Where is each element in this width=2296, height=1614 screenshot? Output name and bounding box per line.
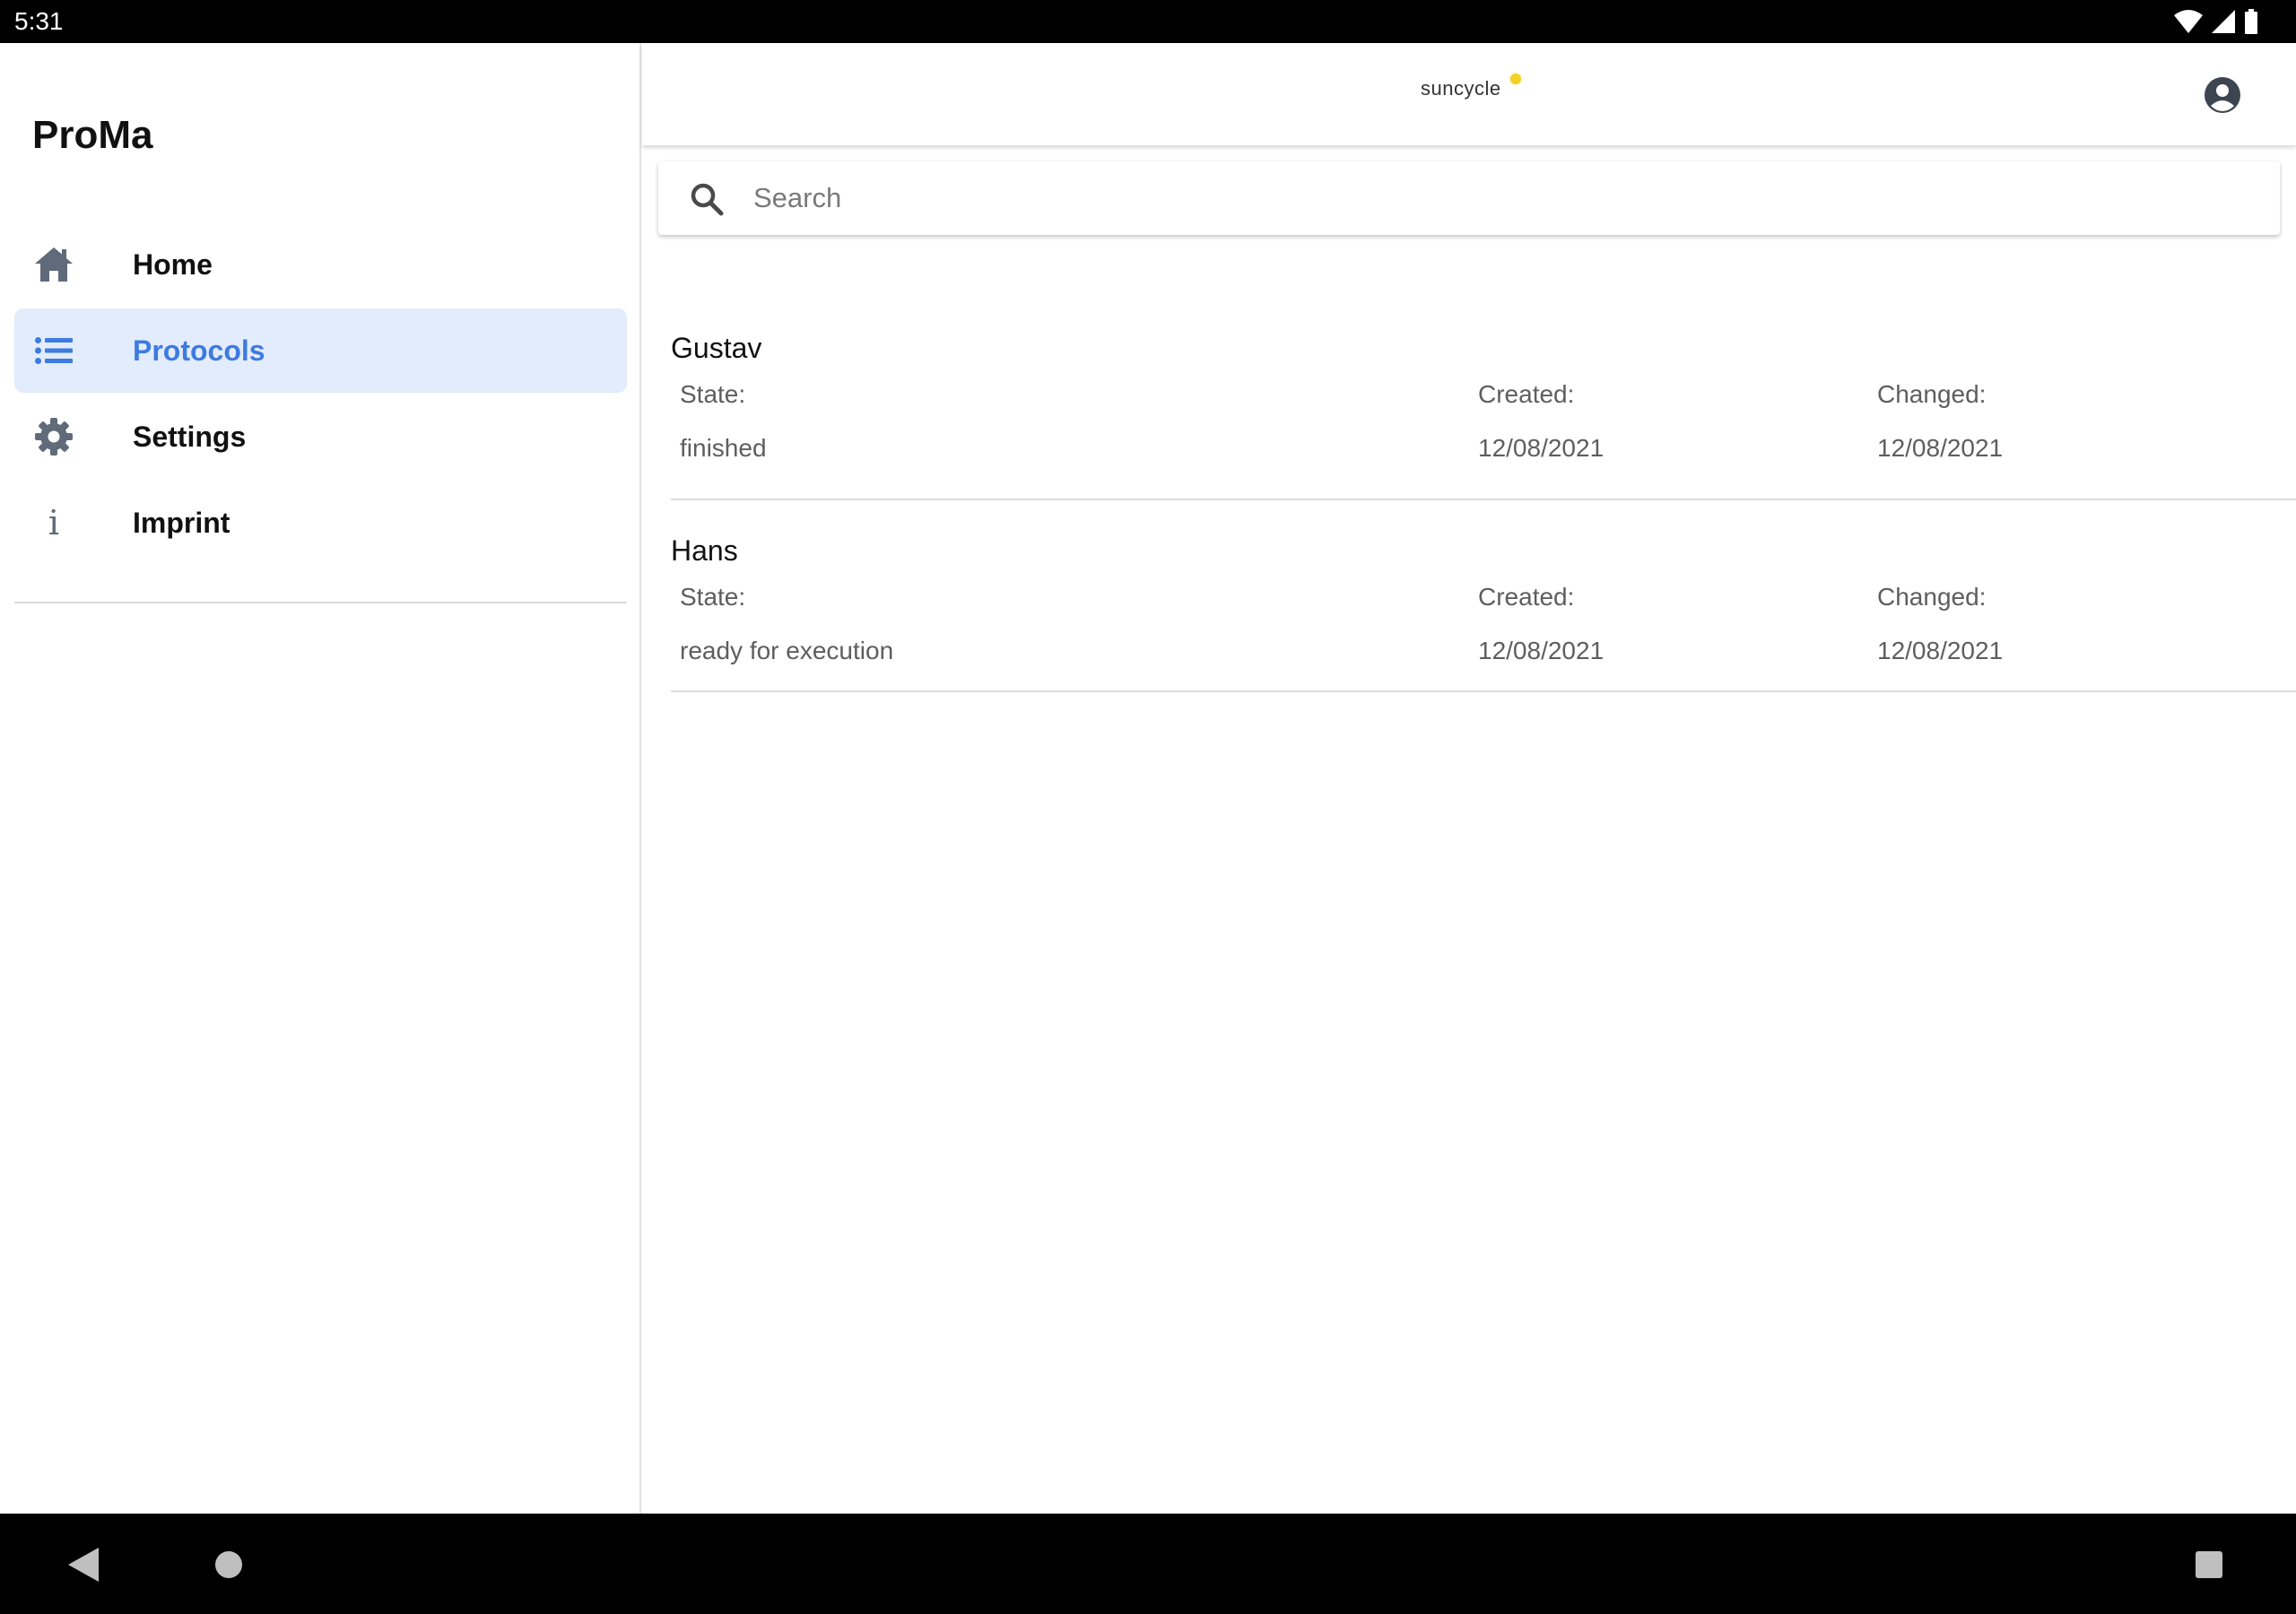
nav-item-label: Home bbox=[133, 248, 213, 281]
status-bar: 5:31 bbox=[0, 0, 2296, 43]
protocol-item[interactable]: Gustav State: Created: Changed: finished… bbox=[671, 282, 2296, 500]
search-input[interactable] bbox=[753, 174, 2242, 222]
nav-item-label: Imprint bbox=[133, 507, 230, 539]
protocol-name: Gustav bbox=[671, 332, 762, 364]
state-value: finished bbox=[680, 434, 767, 462]
gear-icon bbox=[32, 415, 75, 458]
app-bar: suncycle bbox=[642, 43, 2296, 145]
state-label: State: bbox=[680, 380, 746, 408]
wifi-icon bbox=[2174, 10, 2203, 33]
search-icon bbox=[691, 183, 724, 216]
account-button[interactable] bbox=[2203, 75, 2242, 115]
nav-item-protocols[interactable]: Protocols bbox=[14, 308, 627, 393]
nav-item-label: Protocols bbox=[133, 334, 265, 367]
nav-item-home[interactable]: Home bbox=[14, 222, 627, 307]
protocol-name: Hans bbox=[671, 534, 738, 567]
changed-label: Changed: bbox=[1877, 380, 1987, 408]
navigation-drawer: ProMa Home Protocols Settings i Imprint bbox=[0, 43, 641, 1514]
created-label: Created: bbox=[1478, 380, 1575, 408]
app-title: ProMa bbox=[32, 113, 153, 157]
created-value: 12/08/2021 bbox=[1478, 434, 1605, 462]
recents-icon[interactable] bbox=[2196, 1551, 2222, 1578]
sun-icon bbox=[1510, 74, 1521, 84]
search-bar bbox=[658, 161, 2280, 235]
home-icon bbox=[32, 243, 75, 286]
system-navigation-bar bbox=[0, 1514, 2296, 1614]
protocol-list: Gustav State: Created: Changed: finished… bbox=[671, 282, 2296, 692]
state-label: State: bbox=[680, 583, 746, 611]
changed-label: Changed: bbox=[1877, 583, 1987, 611]
main-content: suncycle Gustav State: Created: Changed:… bbox=[642, 43, 2296, 1514]
back-icon bbox=[68, 1548, 99, 1582]
back-button[interactable] bbox=[68, 1548, 99, 1582]
battery-icon bbox=[2245, 9, 2257, 34]
drawer-divider bbox=[14, 602, 627, 603]
home-circle-icon[interactable] bbox=[215, 1551, 242, 1578]
created-value: 12/08/2021 bbox=[1478, 637, 1605, 664]
nav-item-label: Settings bbox=[133, 421, 247, 453]
list-icon bbox=[32, 329, 75, 372]
status-time: 5:31 bbox=[14, 7, 64, 35]
changed-value: 12/08/2021 bbox=[1877, 637, 2004, 664]
signal-icon bbox=[2212, 10, 2235, 33]
protocol-item[interactable]: Hans State: Created: Changed: ready for … bbox=[671, 500, 2296, 692]
account-circle-icon bbox=[2205, 77, 2240, 113]
state-value: ready for execution bbox=[680, 637, 894, 664]
nav-item-imprint[interactable]: i Imprint bbox=[14, 481, 627, 565]
changed-value: 12/08/2021 bbox=[1877, 434, 2004, 462]
info-icon: i bbox=[48, 503, 60, 542]
created-label: Created: bbox=[1478, 583, 1575, 611]
logo-text: suncycle bbox=[1421, 77, 1501, 100]
status-icons bbox=[2174, 9, 2258, 34]
nav-item-settings[interactable]: Settings bbox=[14, 395, 627, 479]
